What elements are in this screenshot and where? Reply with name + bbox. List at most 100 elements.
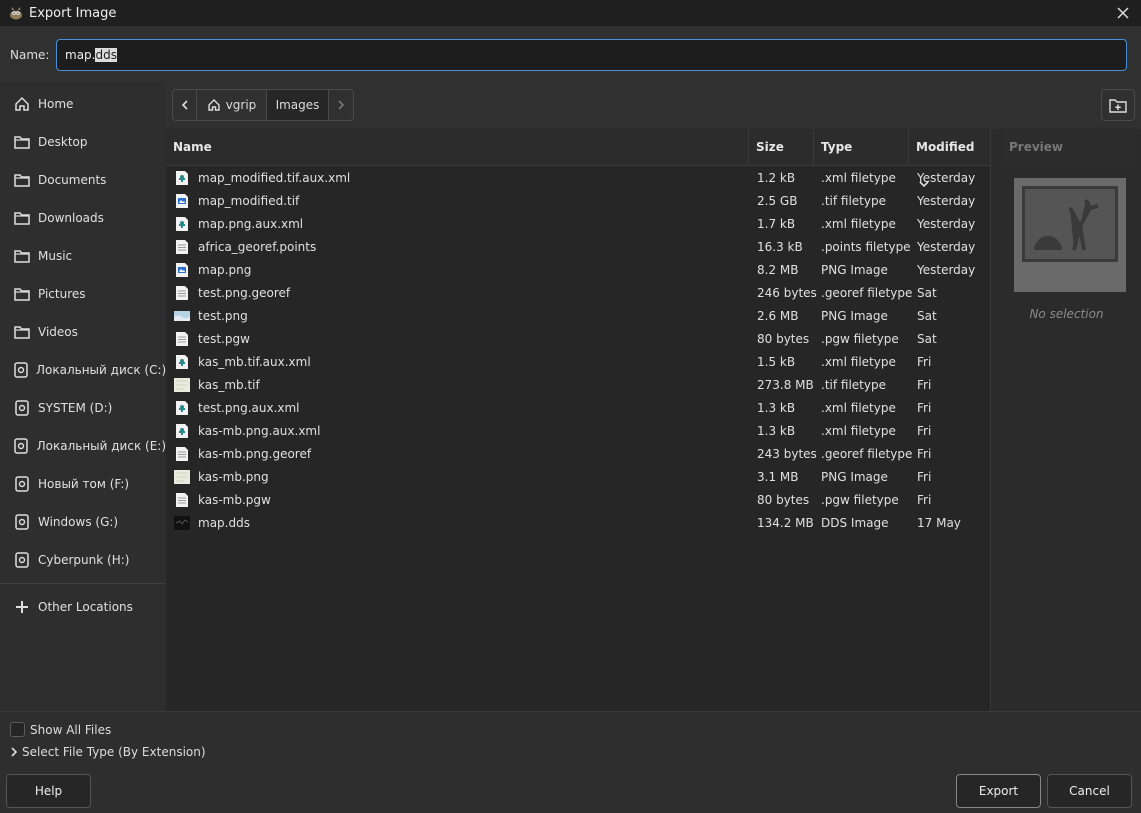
plus-icon [14, 599, 30, 615]
sidebar-item-7[interactable]: Локальный диск (C:) [0, 351, 166, 389]
path-crumb-home[interactable]: vgrip [197, 90, 267, 120]
image-file-icon [174, 262, 190, 278]
sidebar-item-other-locations[interactable]: Other Locations [0, 588, 166, 626]
file-list-header: Name Size Type Modified [166, 129, 990, 188]
thumbnail-icon [174, 308, 190, 324]
folder-icon [14, 134, 30, 150]
sidebar-item-11[interactable]: Windows (G:) [0, 503, 166, 541]
file-type-cell: .xml filetype [821, 171, 896, 185]
file-size-cell: 3.1 MB [757, 470, 799, 484]
file-row[interactable]: kas-mb.pgw 80 bytes .pgw filetype Fri [166, 489, 990, 512]
file-modified-cell: Sat [917, 309, 937, 323]
file-name-cell: kas-mb.pgw [198, 493, 271, 507]
sidebar-item-4[interactable]: Music [0, 237, 166, 275]
column-header-name[interactable]: Name [166, 129, 749, 166]
no-preview-image [1014, 178, 1126, 292]
sidebar-item-label: Desktop [38, 135, 88, 149]
show-all-files-checkbox[interactable] [10, 722, 25, 737]
breadcrumb: vgrip Images [172, 89, 354, 121]
file-name-cell: map.png [198, 263, 252, 277]
sidebar-item-label: Windows (G:) [38, 515, 119, 529]
file-size-cell: 1.3 kB [757, 424, 796, 438]
file-type-cell: .pgw filetype [821, 493, 899, 507]
sidebar-item-2[interactable]: Documents [0, 161, 166, 199]
file-row[interactable]: map.png 8.2 MB PNG Image Yesterday [166, 259, 990, 282]
column-header-type[interactable]: Type [814, 129, 909, 166]
show-all-files-label[interactable]: Show All Files [30, 723, 111, 737]
places-sidebar: Other Locations Home Desktop Documents Down… [0, 81, 166, 711]
drive-icon [14, 514, 30, 530]
select-file-type-expander[interactable]: Select File Type (By Extension) [10, 745, 206, 759]
sidebar-item-label: Cyberpunk (H:) [38, 553, 130, 567]
sidebar-item-3[interactable]: Downloads [0, 199, 166, 237]
column-header-size[interactable]: Size [749, 129, 814, 166]
file-name-cell: test.pgw [198, 332, 250, 346]
file-type-cell: PNG Image [821, 470, 888, 484]
folder-icon [14, 248, 30, 264]
file-row[interactable]: kas-mb.png.georef 243 bytes .georef filety… [166, 443, 990, 466]
export-button[interactable]: Export [956, 774, 1041, 808]
xml-file-icon [174, 216, 190, 232]
path-crumb-current[interactable]: Images [267, 90, 329, 120]
file-name-input[interactable]: map.dds [56, 39, 1127, 71]
close-button[interactable] [1113, 3, 1133, 23]
file-row[interactable]: map_modified.tif 2.5 GB .tif filetype Yeste… [166, 190, 990, 213]
path-crumb-label: vgrip [225, 98, 257, 112]
cancel-button[interactable]: Cancel [1047, 774, 1132, 808]
file-row[interactable]: test.pgw 80 bytes .pgw filetype Sat [166, 328, 990, 351]
file-modified-cell: Yesterday [917, 217, 976, 231]
thumbnail-light-icon [174, 469, 190, 485]
folder-icon [14, 324, 30, 340]
sidebar-item-6[interactable]: Videos [0, 313, 166, 351]
file-row[interactable]: kas-mb.png.aux.xml 1.3 kB .xml filetype Fri [166, 420, 990, 443]
home-icon [207, 99, 220, 111]
file-size-cell: 1.3 kB [757, 401, 796, 415]
select-file-type-label: Select File Type (By Extension) [22, 745, 206, 759]
sidebar-item-10[interactable]: Новый том (F:) [0, 465, 166, 503]
folder-icon [14, 172, 30, 188]
file-type-cell: .pgw filetype [821, 332, 899, 346]
gimp-app-icon [10, 7, 22, 20]
file-type-cell: PNG Image [821, 263, 888, 277]
file-row[interactable]: map.png.aux.xml 1.7 kB .xml filetype Yester… [166, 213, 990, 236]
file-row[interactable]: test.png.georef 246 bytes .georef filetype… [166, 282, 990, 305]
file-row[interactable]: map_modified.tif.aux.xml 1.2 kB .xml filet… [166, 167, 990, 190]
column-header-modified[interactable]: Modified [909, 129, 990, 188]
file-row[interactable]: kas_mb.tif 273.8 MB .tif filetype Fri [166, 374, 990, 397]
sidebar-item-label: Home [38, 97, 74, 111]
sidebar-item-label: Downloads [38, 211, 104, 225]
file-row[interactable]: map.dds 134.2 MB DDS Image 17 May [166, 512, 990, 535]
file-modified-cell: Yesterday [917, 171, 976, 185]
sidebar-item-1[interactable]: Desktop [0, 123, 166, 161]
thumbnail-dark-icon [174, 515, 190, 531]
path-forward-button[interactable] [329, 90, 353, 120]
name-bar: Name: map.dds [0, 26, 1141, 81]
file-size-cell: 2.6 MB [757, 309, 799, 323]
folder-icon [14, 210, 30, 226]
sidebar-item-5[interactable]: Pictures [0, 275, 166, 313]
drive-icon [14, 362, 28, 378]
dialog-footer: Show All Files Select File Type (By Exte… [0, 711, 1141, 813]
sidebar-item-12[interactable]: Cyberpunk (H:) [0, 541, 166, 579]
sidebar-item-0[interactable]: Home [0, 85, 166, 123]
file-modified-cell: Yesterday [917, 263, 976, 277]
file-name-cell: map_modified.tif.aux.xml [198, 171, 351, 185]
file-row[interactable]: test.png.aux.xml 1.3 kB .xml filetype Fri [166, 397, 990, 420]
file-row[interactable]: kas-mb.png 3.1 MB PNG Image Fri [166, 466, 990, 489]
drive-icon [14, 400, 30, 416]
new-folder-button[interactable] [1101, 89, 1135, 121]
file-name-selected-text: dds [95, 48, 117, 62]
file-row[interactable]: africa_georef.points 16.3 kB .points filet… [166, 236, 990, 259]
sidebar-item-label: Videos [38, 325, 78, 339]
path-back-button[interactable] [173, 90, 197, 120]
file-type-cell: .xml filetype [821, 424, 896, 438]
file-row[interactable]: test.png 2.6 MB PNG Image Sat [166, 305, 990, 328]
sidebar-item-9[interactable]: Локальный диск (E:) [0, 427, 166, 465]
file-row[interactable]: kas_mb.tif.aux.xml 1.5 kB .xml filetype Fri [166, 351, 990, 374]
chevron-right-icon [338, 100, 345, 110]
sidebar-separator [0, 583, 166, 584]
file-size-cell: 80 bytes [757, 493, 810, 507]
sidebar-item-label: Other Locations [38, 600, 133, 614]
sidebar-item-8[interactable]: SYSTEM (D:) [0, 389, 166, 427]
help-button[interactable]: Help [6, 774, 91, 808]
